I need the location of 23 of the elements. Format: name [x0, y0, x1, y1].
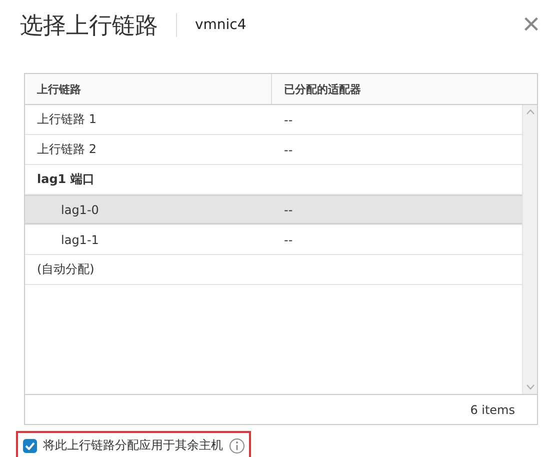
dialog-title: 选择上行链路: [20, 12, 158, 40]
item-count: 6 items: [470, 402, 515, 416]
table-cell-text: --: [283, 202, 293, 216]
table-cell-text: --: [283, 142, 293, 156]
close-button[interactable]: ×: [522, 10, 540, 40]
table-cell-text: lag1-0: [60, 202, 100, 216]
table-cell-text: 上行链路 2: [36, 141, 98, 158]
chevron-up-icon[interactable]: [526, 109, 534, 115]
table-cell-text: lag1 端口: [36, 171, 96, 188]
table-cell-text: --: [283, 232, 293, 246]
table-cell-text: 上行链路 1: [36, 111, 98, 128]
checkbox[interactable]: [23, 438, 37, 452]
table-cell-text: --: [283, 112, 293, 126]
info-icon[interactable]: [229, 438, 245, 454]
dialog-subtitle: vmnic4: [195, 17, 248, 33]
scrollbar[interactable]: [522, 105, 537, 394]
table-row[interactable]: lag1-0 --: [25, 195, 522, 225]
chevron-down-icon[interactable]: [526, 384, 534, 390]
checkbox-label: 将此上行链路分配应用于其余主机: [43, 437, 223, 454]
table-cell-text: lag1-1: [60, 232, 100, 246]
table-cell-text: (自动分配): [36, 261, 96, 278]
column-header[interactable]: 上行链路: [25, 74, 272, 104]
column-header[interactable]: 已分配的适配器: [272, 74, 361, 104]
